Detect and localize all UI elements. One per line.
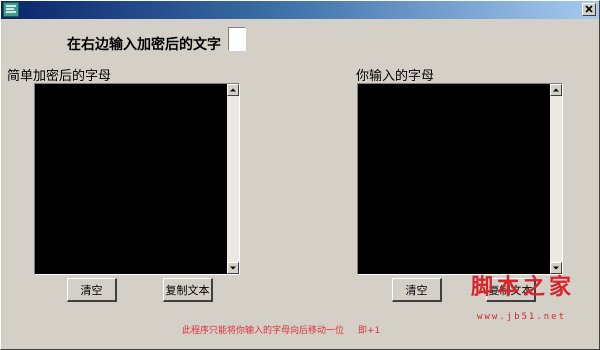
encrypted-letters-textarea[interactable] — [35, 84, 227, 274]
input-letters-label: 你输入的字母 — [356, 69, 435, 84]
close-icon — [585, 5, 593, 13]
app-window: 在右边输入加密后的文字 简单加密后的字母 清空 复制文本 你输入的字母 清空 复… — [0, 0, 600, 350]
scroll-up-button[interactable] — [550, 84, 562, 96]
arrow-up-icon — [230, 88, 236, 92]
input-letters-box — [357, 83, 563, 275]
encrypted-letters-box — [34, 83, 240, 275]
encrypted-letters-label: 简单加密后的字母 — [7, 69, 112, 84]
right-clear-button[interactable]: 清空 — [392, 278, 442, 302]
close-button[interactable] — [582, 3, 596, 16]
arrow-down-icon — [230, 266, 236, 270]
input-letters-scrollbar[interactable] — [550, 84, 562, 274]
scroll-down-button[interactable] — [227, 262, 239, 274]
title-bar[interactable] — [1, 1, 599, 19]
site-watermark: 脚本之家 www.jb51.net — [471, 269, 586, 339]
encrypted-letters-scrollbar[interactable] — [227, 84, 239, 274]
input-letters-textarea[interactable] — [358, 84, 550, 274]
arrow-up-icon — [553, 88, 559, 92]
watermark-url: www.jb51.net — [477, 312, 567, 322]
footer-note-suffix: 即+1 — [358, 326, 381, 336]
watermark-title: 脚本之家 — [471, 274, 576, 300]
footer-note: 此程序只能将你输入的字母向后移动一位 即+1 — [182, 323, 380, 336]
encrypted-text-prompt: 在右边输入加密后的文字 — [67, 37, 221, 53]
left-clear-button[interactable]: 清空 — [67, 278, 117, 302]
app-icon — [3, 2, 19, 17]
scroll-up-button[interactable] — [227, 84, 239, 96]
left-copy-button[interactable]: 复制文本 — [163, 278, 213, 302]
encrypted-text-input[interactable] — [228, 27, 246, 51]
footer-note-text: 此程序只能将你输入的字母向后移动一位 — [182, 326, 345, 336]
